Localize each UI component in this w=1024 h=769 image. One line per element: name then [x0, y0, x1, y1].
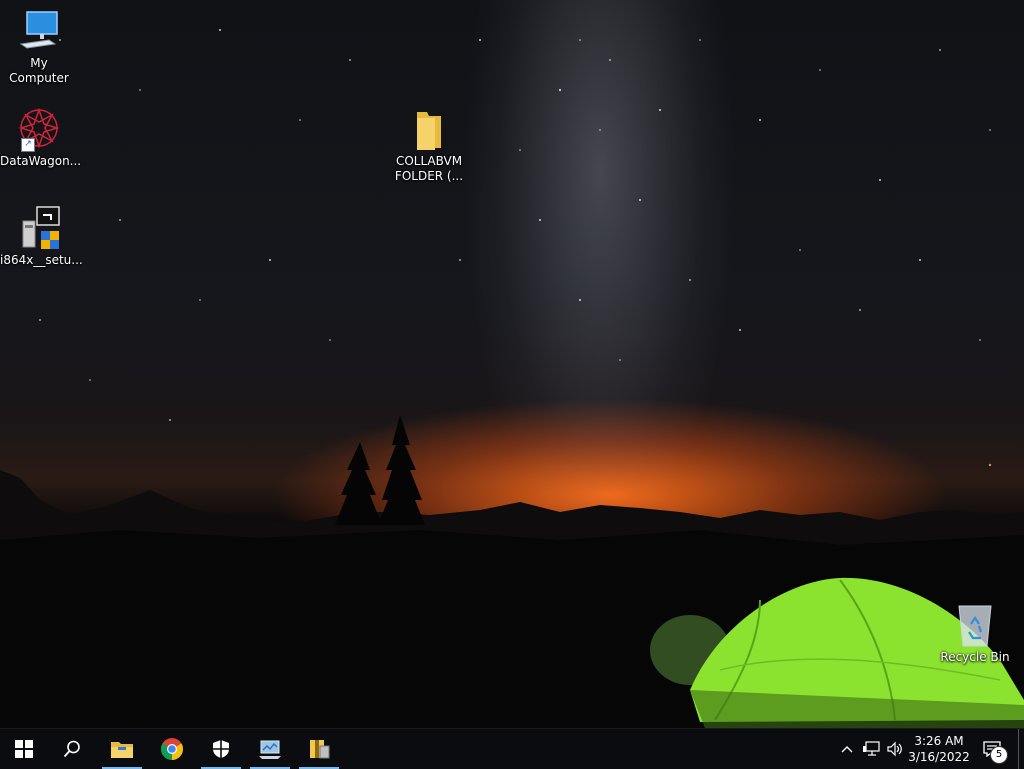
network-icon — [863, 741, 880, 756]
shortcut-arrow-icon: ↗ — [21, 138, 35, 152]
taskbar-chrome[interactable] — [148, 729, 196, 769]
desktop-icon-collabvm-folder[interactable]: COLLABVM FOLDER (... — [390, 106, 468, 184]
taskbar-file-explorer[interactable] — [98, 729, 146, 769]
chevron-up-icon — [841, 746, 853, 753]
start-button[interactable] — [0, 729, 48, 769]
desktop-icon-datawagon[interactable]: ↗ DataWagon... — [0, 106, 82, 169]
computer-icon — [15, 8, 63, 54]
control-panel-icon — [259, 740, 281, 759]
clock-date: 3/16/2022 — [908, 750, 970, 764]
clock-time: 3:26 AM — [914, 734, 964, 748]
shield-icon — [213, 740, 229, 758]
datawagon-icon: ↗ — [15, 106, 63, 152]
folder-icon — [405, 106, 453, 152]
show-hidden-icons-button[interactable] — [838, 729, 856, 769]
pine-trees — [335, 415, 425, 525]
desktop-wallpaper — [0, 0, 1024, 728]
stars — [39, 29, 992, 467]
night-sky-landscape — [0, 29, 1024, 728]
network-tray-button[interactable] — [860, 729, 882, 769]
taskbar-windows-security[interactable] — [197, 729, 245, 769]
installer-icon — [15, 205, 63, 251]
desktop-icon-label: DataWagon... — [0, 154, 82, 168]
recycle-bin-icon — [951, 602, 999, 648]
show-desktop-button[interactable] — [1018, 729, 1024, 769]
taskbar-control-panel[interactable] — [246, 729, 294, 769]
desktop-icon-my-computer[interactable]: My Computer — [0, 8, 78, 86]
file-explorer-icon — [111, 742, 133, 758]
search-icon — [63, 740, 80, 758]
desktop-icon-label: My Computer — [9, 56, 69, 85]
desktop-icon-label: Recycle Bin — [940, 650, 1010, 664]
desktop-icon-installer[interactable]: i864x__setu... — [0, 205, 83, 268]
desktop-icon-label: COLLABVM FOLDER (... — [394, 154, 464, 183]
search-button[interactable] — [48, 729, 96, 769]
archive-icon — [310, 740, 330, 759]
taskbar-clock[interactable]: 3:26 AM 3/16/2022 — [900, 729, 978, 769]
desktop-icon-label: i864x__setu... — [0, 253, 83, 267]
notification-count-badge: 5 — [990, 746, 1008, 764]
taskbar-archive-tool[interactable] — [295, 729, 343, 769]
taskbar: 3:26 AM 3/16/2022 — [0, 728, 1024, 769]
desktop-icon-recycle-bin[interactable]: Recycle Bin — [936, 602, 1014, 665]
chrome-icon — [161, 738, 183, 760]
windows-start-icon — [15, 740, 33, 758]
